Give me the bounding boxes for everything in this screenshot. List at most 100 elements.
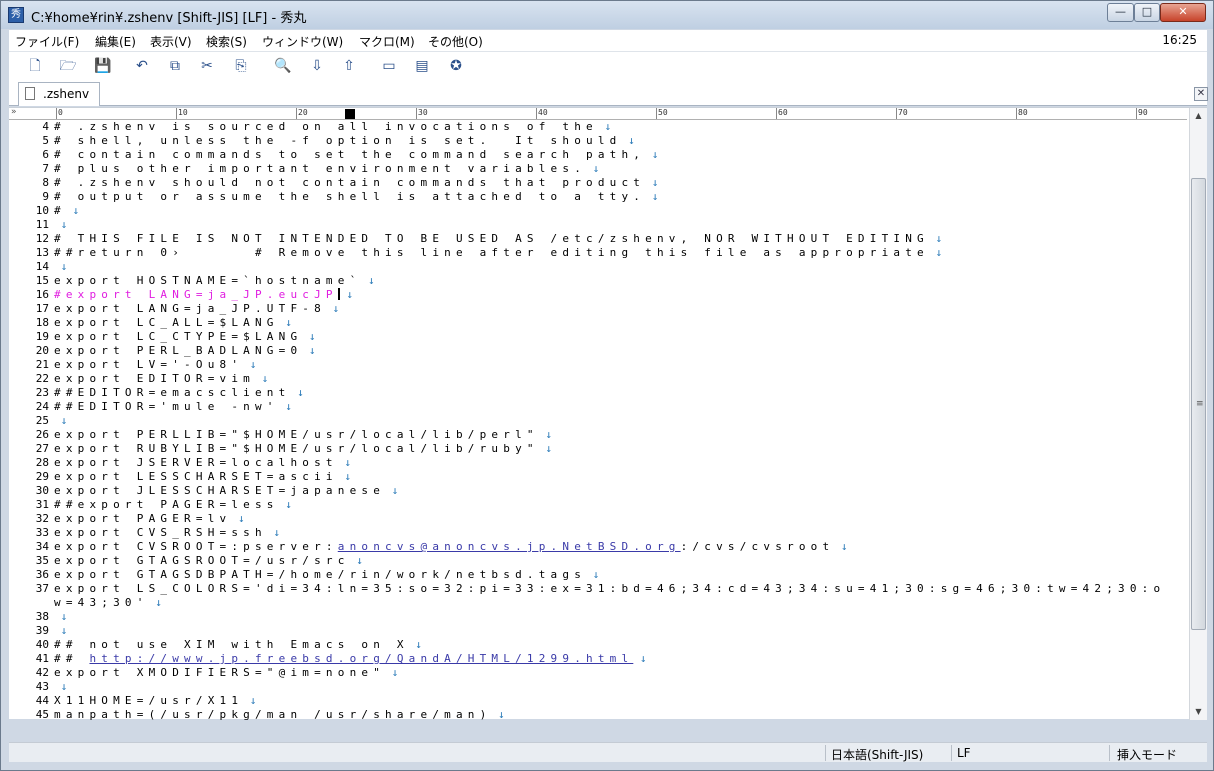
cut-icon[interactable]: ✂ (197, 56, 217, 76)
text-line[interactable]: # ↓ (54, 204, 79, 218)
text-line[interactable]: # shell, unless the -f option is set. It… (54, 134, 635, 148)
menu-other[interactable]: その他(O) (428, 33, 483, 50)
text-line[interactable]: # .zshenv should not contain commands th… (54, 176, 658, 190)
vertical-scrollbar[interactable]: ▲ ≡ ▼ (1189, 108, 1207, 720)
help-icon[interactable]: ✪ (446, 56, 466, 76)
text-line[interactable]: export GTAGSROOT=/usr/src ↓ (54, 554, 363, 568)
text-line[interactable]: X11HOME=/usr/X11 ↓ (54, 694, 256, 708)
text-line[interactable]: ↓ (54, 610, 68, 624)
maximize-button[interactable]: □ (1134, 3, 1160, 22)
text-line[interactable]: # output or assume the shell is attached… (54, 190, 658, 204)
text-line[interactable]: export LESSCHARSET=ascii ↓ (54, 470, 351, 484)
scroll-up-icon[interactable]: ▲ (1190, 108, 1207, 124)
text-line[interactable]: ##EDITOR=emacsclient ↓ (54, 386, 304, 400)
text-line[interactable]: # THIS FILE IS NOT INTENDED TO BE USED A… (54, 232, 942, 246)
newline-mark-icon: ↓ (349, 554, 363, 567)
newline-mark-icon: ↓ (54, 260, 68, 273)
line-number: 44 (35, 694, 49, 707)
text-line[interactable]: ##export PAGER=less ↓ (54, 498, 292, 512)
menu-file[interactable]: ファイル(F) (15, 33, 79, 50)
scroll-thumb[interactable]: ≡ (1191, 178, 1206, 630)
line-number: 22 (35, 372, 49, 385)
menu-macro[interactable]: マクロ(M) (359, 33, 415, 50)
menu-window[interactable]: ウィンドウ(W) (262, 33, 343, 50)
text-line[interactable]: export PERL_BADLANG=0 ↓ (54, 344, 316, 358)
text-line[interactable]: ↓ (54, 680, 68, 694)
text-line[interactable]: ##return 0› # Remove this line after edi… (54, 246, 942, 260)
text-line[interactable]: ## http://www.jp.freebsd.org/QandA/HTML/… (54, 652, 647, 666)
text-line[interactable]: export PAGER=lv ↓ (54, 512, 245, 526)
text-line[interactable]: w=43;30' ↓ (54, 596, 162, 610)
grep-icon[interactable]: ▭ (379, 56, 399, 76)
menu-view[interactable]: 表示(V) (150, 33, 192, 50)
close-button[interactable]: ✕ (1160, 3, 1206, 22)
menu-search[interactable]: 検索(S) (206, 33, 247, 50)
text-line[interactable]: export JLESSCHARSET=japanese ↓ (54, 484, 398, 498)
status-mode[interactable]: 挿入モード (1117, 746, 1177, 763)
newline-mark-icon: ↓ (633, 652, 647, 665)
text-line[interactable]: #export LANG=ja_JP.eucJP ↓ (54, 288, 353, 302)
new-file-icon[interactable]: 🗋 (25, 56, 45, 76)
text-line[interactable]: export LC_ALL=$LANG ↓ (54, 316, 292, 330)
text-line[interactable]: # contain commands to set the command se… (54, 148, 658, 162)
text-line[interactable]: # .zshenv is sourced on all invocations … (54, 120, 611, 134)
line-number: 36 (35, 568, 49, 581)
text-area[interactable]: # .zshenv is sourced on all invocations … (54, 120, 1187, 720)
tab-label: .zshenv (43, 87, 90, 101)
text-line[interactable]: ↓ (54, 414, 68, 428)
newline-mark-icon: ↓ (243, 694, 257, 707)
text-line[interactable]: export XMODIFIERS="@im=none" ↓ (54, 666, 398, 680)
line-number: 8 (42, 176, 49, 189)
find-down-icon[interactable]: ⇩ (307, 56, 327, 76)
line-number: 20 (35, 344, 49, 357)
grip-icon: ≡ (1196, 399, 1204, 409)
text-line[interactable]: ##EDITOR='mule -nw' ↓ (54, 400, 292, 414)
text-line[interactable]: export LV='-Ou8' ↓ (54, 358, 256, 372)
text-line[interactable]: export EDITOR=vim ↓ (54, 372, 268, 386)
text-line[interactable]: manpath=(/usr/pkg/man /usr/share/man) ↓ (54, 708, 505, 720)
newline-mark-icon: ↓ (337, 470, 351, 483)
newline-mark-icon: ↓ (385, 484, 399, 497)
menu-edit[interactable]: 編集(E) (95, 33, 136, 50)
text-line[interactable]: export LANG=ja_JP.UTF-8 ↓ (54, 302, 339, 316)
text-line[interactable]: export JSERVER=localhost ↓ (54, 456, 351, 470)
hyperlink[interactable]: anoncvs@anoncvs.jp.NetBSD.org (338, 540, 681, 553)
find-up-icon[interactable]: ⇧ (339, 56, 359, 76)
search-icon[interactable]: 🔍 (273, 56, 293, 76)
text-line[interactable]: export RUBYLIB="$HOME/usr/local/lib/ruby… (54, 442, 552, 456)
line-number: 6 (42, 148, 49, 161)
paste-icon[interactable]: ⎘ (231, 56, 251, 76)
minimize-button[interactable]: — (1107, 3, 1134, 22)
editor-area[interactable]: » 0 10 20 30 40 50 60 70 80 90 4 5 6 7 8 9 10 11 12 13 14 15… (9, 107, 1207, 721)
status-newline[interactable]: LF (957, 746, 971, 760)
undo-icon[interactable]: ↶ (132, 56, 152, 76)
title-bar[interactable]: 秀 C:¥home¥rin¥.zshenv [Shift-JIS] [LF] -… (1, 1, 1213, 29)
tab-close-icon[interactable]: ✕ (1194, 87, 1208, 101)
line-number: 25 (35, 414, 49, 427)
menu-bar: ファイル(F) 編集(E) 表示(V) 検索(S) ウィンドウ(W) マクロ(M… (9, 30, 1207, 52)
text-line[interactable]: export CVSROOT=:pserver:anoncvs@anoncvs.… (54, 540, 848, 554)
newline-mark-icon: ↓ (302, 330, 316, 343)
text-line[interactable]: export LC_CTYPE=$LANG ↓ (54, 330, 316, 344)
text-line[interactable]: ↓ (54, 624, 68, 638)
newline-mark-icon: ↓ (586, 162, 600, 175)
text-line[interactable]: # plus other important environment varia… (54, 162, 599, 176)
copy-icon[interactable]: ⧉ (165, 56, 185, 76)
text-line[interactable]: ## not use XIM with Emacs on X ↓ (54, 638, 422, 652)
text-line[interactable]: export GTAGSDBPATH=/home/rin/work/netbsd… (54, 568, 599, 582)
open-folder-icon[interactable]: 🗁 (58, 56, 78, 76)
text-line[interactable]: export LS_COLORS='di=34:ln=35:so=32:pi=3… (54, 582, 1165, 596)
hidemaru-app-icon[interactable]: 秀 (8, 7, 24, 23)
save-icon[interactable]: 💾 (93, 56, 113, 76)
text-line[interactable]: export PERLLIB="$HOME/usr/local/lib/perl… (54, 428, 552, 442)
split-window-icon[interactable]: ▤ (412, 56, 432, 76)
scroll-down-icon[interactable]: ▼ (1190, 704, 1207, 720)
hyperlink[interactable]: http://www.jp.freebsd.org/QandA/HTML/129… (89, 652, 633, 665)
line-number: 13 (35, 246, 49, 259)
text-line[interactable]: export HOSTNAME=`hostname` ↓ (54, 274, 375, 288)
text-line[interactable]: ↓ (54, 260, 68, 274)
status-encoding[interactable]: 日本語(Shift-JIS) (831, 746, 923, 763)
text-line[interactable]: ↓ (54, 218, 68, 232)
tab-zshenv[interactable]: .zshenv (18, 82, 100, 106)
text-line[interactable]: export CVS_RSH=ssh ↓ (54, 526, 280, 540)
